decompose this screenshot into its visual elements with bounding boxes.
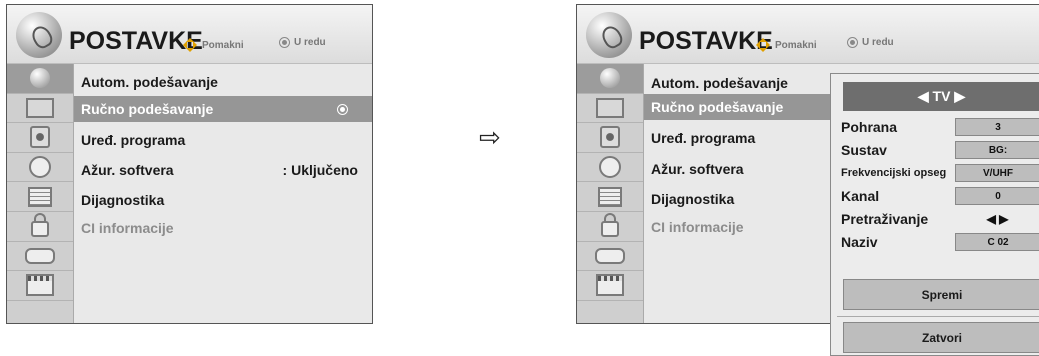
category-media[interactable]: [7, 271, 73, 301]
category-icon-column: [577, 64, 644, 323]
category-input[interactable]: [7, 242, 73, 272]
clapper-icon: [26, 274, 54, 297]
menu-item-auto-tuning[interactable]: Autom. podešavanje: [74, 69, 372, 95]
category-picture[interactable]: [577, 94, 643, 124]
submenu-row-search[interactable]: Pretraživanje ◀ ▶: [841, 208, 1039, 230]
clapper-icon: [596, 274, 624, 297]
name-value[interactable]: C 02: [955, 233, 1039, 251]
ok-icon: [337, 104, 348, 115]
clock-icon: [29, 156, 51, 179]
category-icon-column: [7, 64, 74, 323]
speaker-icon: [30, 126, 50, 149]
category-satellite[interactable]: [7, 64, 73, 94]
category-time[interactable]: [7, 153, 73, 183]
menu-item-label: Ručno podešavanje: [81, 101, 214, 117]
store-label: Pohrana: [841, 119, 898, 135]
manual-tuning-submenu: ◀ TV ▶ Pohrana 3 Sustav BG: Frekvencijsk…: [830, 73, 1039, 356]
category-lock[interactable]: [577, 212, 643, 242]
satellite-dish-icon: [586, 12, 632, 58]
name-label: Naziv: [841, 234, 878, 250]
tv-icon: [596, 97, 624, 118]
nav-hint-ok: U redu: [279, 37, 326, 48]
menu-item-software-update[interactable]: Ažur. softvera : Uključeno: [74, 157, 372, 183]
category-media[interactable]: [577, 271, 643, 301]
submenu-row-system[interactable]: Sustav BG:: [841, 139, 1039, 161]
category-input[interactable]: [577, 242, 643, 272]
next-step-arrow-icon: ⇨: [479, 122, 501, 152]
category-time[interactable]: [577, 153, 643, 183]
plug-icon: [595, 247, 625, 264]
nav-hint-move: Pomakni: [182, 37, 244, 53]
channel-value[interactable]: 0: [955, 187, 1039, 205]
menu-item-label: Ažur. softvera: [651, 161, 744, 177]
save-button[interactable]: Spremi: [843, 279, 1039, 310]
store-value[interactable]: 3: [955, 118, 1039, 136]
speaker-icon: [600, 126, 620, 149]
menu-item-label: Uređ. programa: [81, 132, 186, 148]
tv-icon: [26, 97, 54, 118]
ok-icon: [847, 37, 858, 48]
nav-move-label: Pomakni: [775, 39, 817, 51]
category-audio[interactable]: [577, 123, 643, 153]
category-picture[interactable]: [7, 94, 73, 124]
band-label: Frekvencijski opseg: [841, 167, 947, 179]
menu-item-ci-info[interactable]: CI informacije: [74, 215, 372, 241]
ok-icon: [279, 37, 290, 48]
direction-arrows-icon: [182, 37, 198, 53]
system-label: Sustav: [841, 142, 887, 158]
menu-item-label: Uređ. programa: [651, 130, 756, 146]
menu-item-label: Autom. podešavanje: [651, 75, 788, 91]
submenu-row-store[interactable]: Pohrana 3: [841, 116, 1039, 138]
category-satellite[interactable]: [577, 64, 643, 94]
menu-item-label: CI informacije: [651, 219, 744, 235]
software-update-value: : Uključeno: [282, 162, 358, 178]
menu-item-diagnostics[interactable]: Dijagnostika: [74, 187, 372, 213]
menu-header: POSTAVKE Pomakni U redu: [577, 5, 1039, 64]
nav-hint-move: Pomakni: [755, 37, 817, 53]
lock-icon: [601, 213, 619, 238]
submenu-row-band[interactable]: Frekvencijski opseg V/UHF: [841, 162, 1039, 184]
list-icon: [28, 186, 52, 207]
category-options[interactable]: [7, 182, 73, 212]
category-audio[interactable]: [7, 123, 73, 153]
nav-hint-ok: U redu: [847, 37, 894, 48]
menu-item-label: Ažur. softvera: [81, 162, 174, 178]
search-arrows[interactable]: ◀ ▶: [955, 211, 1039, 227]
menu-item-label: Ručno podešavanje: [651, 99, 784, 115]
satellite-icon: [30, 68, 50, 89]
submenu-row-channel[interactable]: Kanal 0: [841, 185, 1039, 207]
submenu-divider: [837, 316, 1039, 317]
menu-item-label: Dijagnostika: [651, 191, 735, 207]
band-value[interactable]: V/UHF: [955, 164, 1039, 182]
close-button[interactable]: Zatvori: [843, 322, 1039, 353]
category-options[interactable]: [577, 182, 643, 212]
clock-icon: [599, 156, 621, 179]
nav-ok-label: U redu: [862, 37, 894, 48]
system-value[interactable]: BG:: [955, 141, 1039, 159]
menu-header: POSTAVKE Pomakni U redu: [7, 5, 372, 64]
direction-arrows-icon: [755, 37, 771, 53]
nav-ok-label: U redu: [294, 37, 326, 48]
satellite-dish-icon: [16, 12, 62, 58]
list-icon: [598, 186, 622, 207]
menu-item-label: Autom. podešavanje: [81, 74, 218, 90]
satellite-icon: [600, 68, 620, 89]
submenu-row-name[interactable]: Naziv C 02: [841, 231, 1039, 253]
nav-move-label: Pomakni: [202, 39, 244, 51]
category-lock[interactable]: [7, 212, 73, 242]
channel-label: Kanal: [841, 188, 880, 204]
search-label: Pretraživanje: [841, 211, 929, 227]
menu-item-program-edit[interactable]: Uređ. programa: [74, 127, 372, 153]
plug-icon: [25, 247, 55, 264]
menu-item-label: Dijagnostika: [81, 192, 165, 208]
menu-panel-left: POSTAVKE Pomakni U redu Autom. podešavan…: [6, 4, 373, 324]
menu-item-label: CI informacije: [81, 220, 174, 236]
menu-item-manual-tuning[interactable]: Ručno podešavanje: [74, 96, 372, 122]
lock-icon: [31, 213, 49, 238]
tv-mode-selector[interactable]: ◀ TV ▶: [843, 82, 1039, 111]
